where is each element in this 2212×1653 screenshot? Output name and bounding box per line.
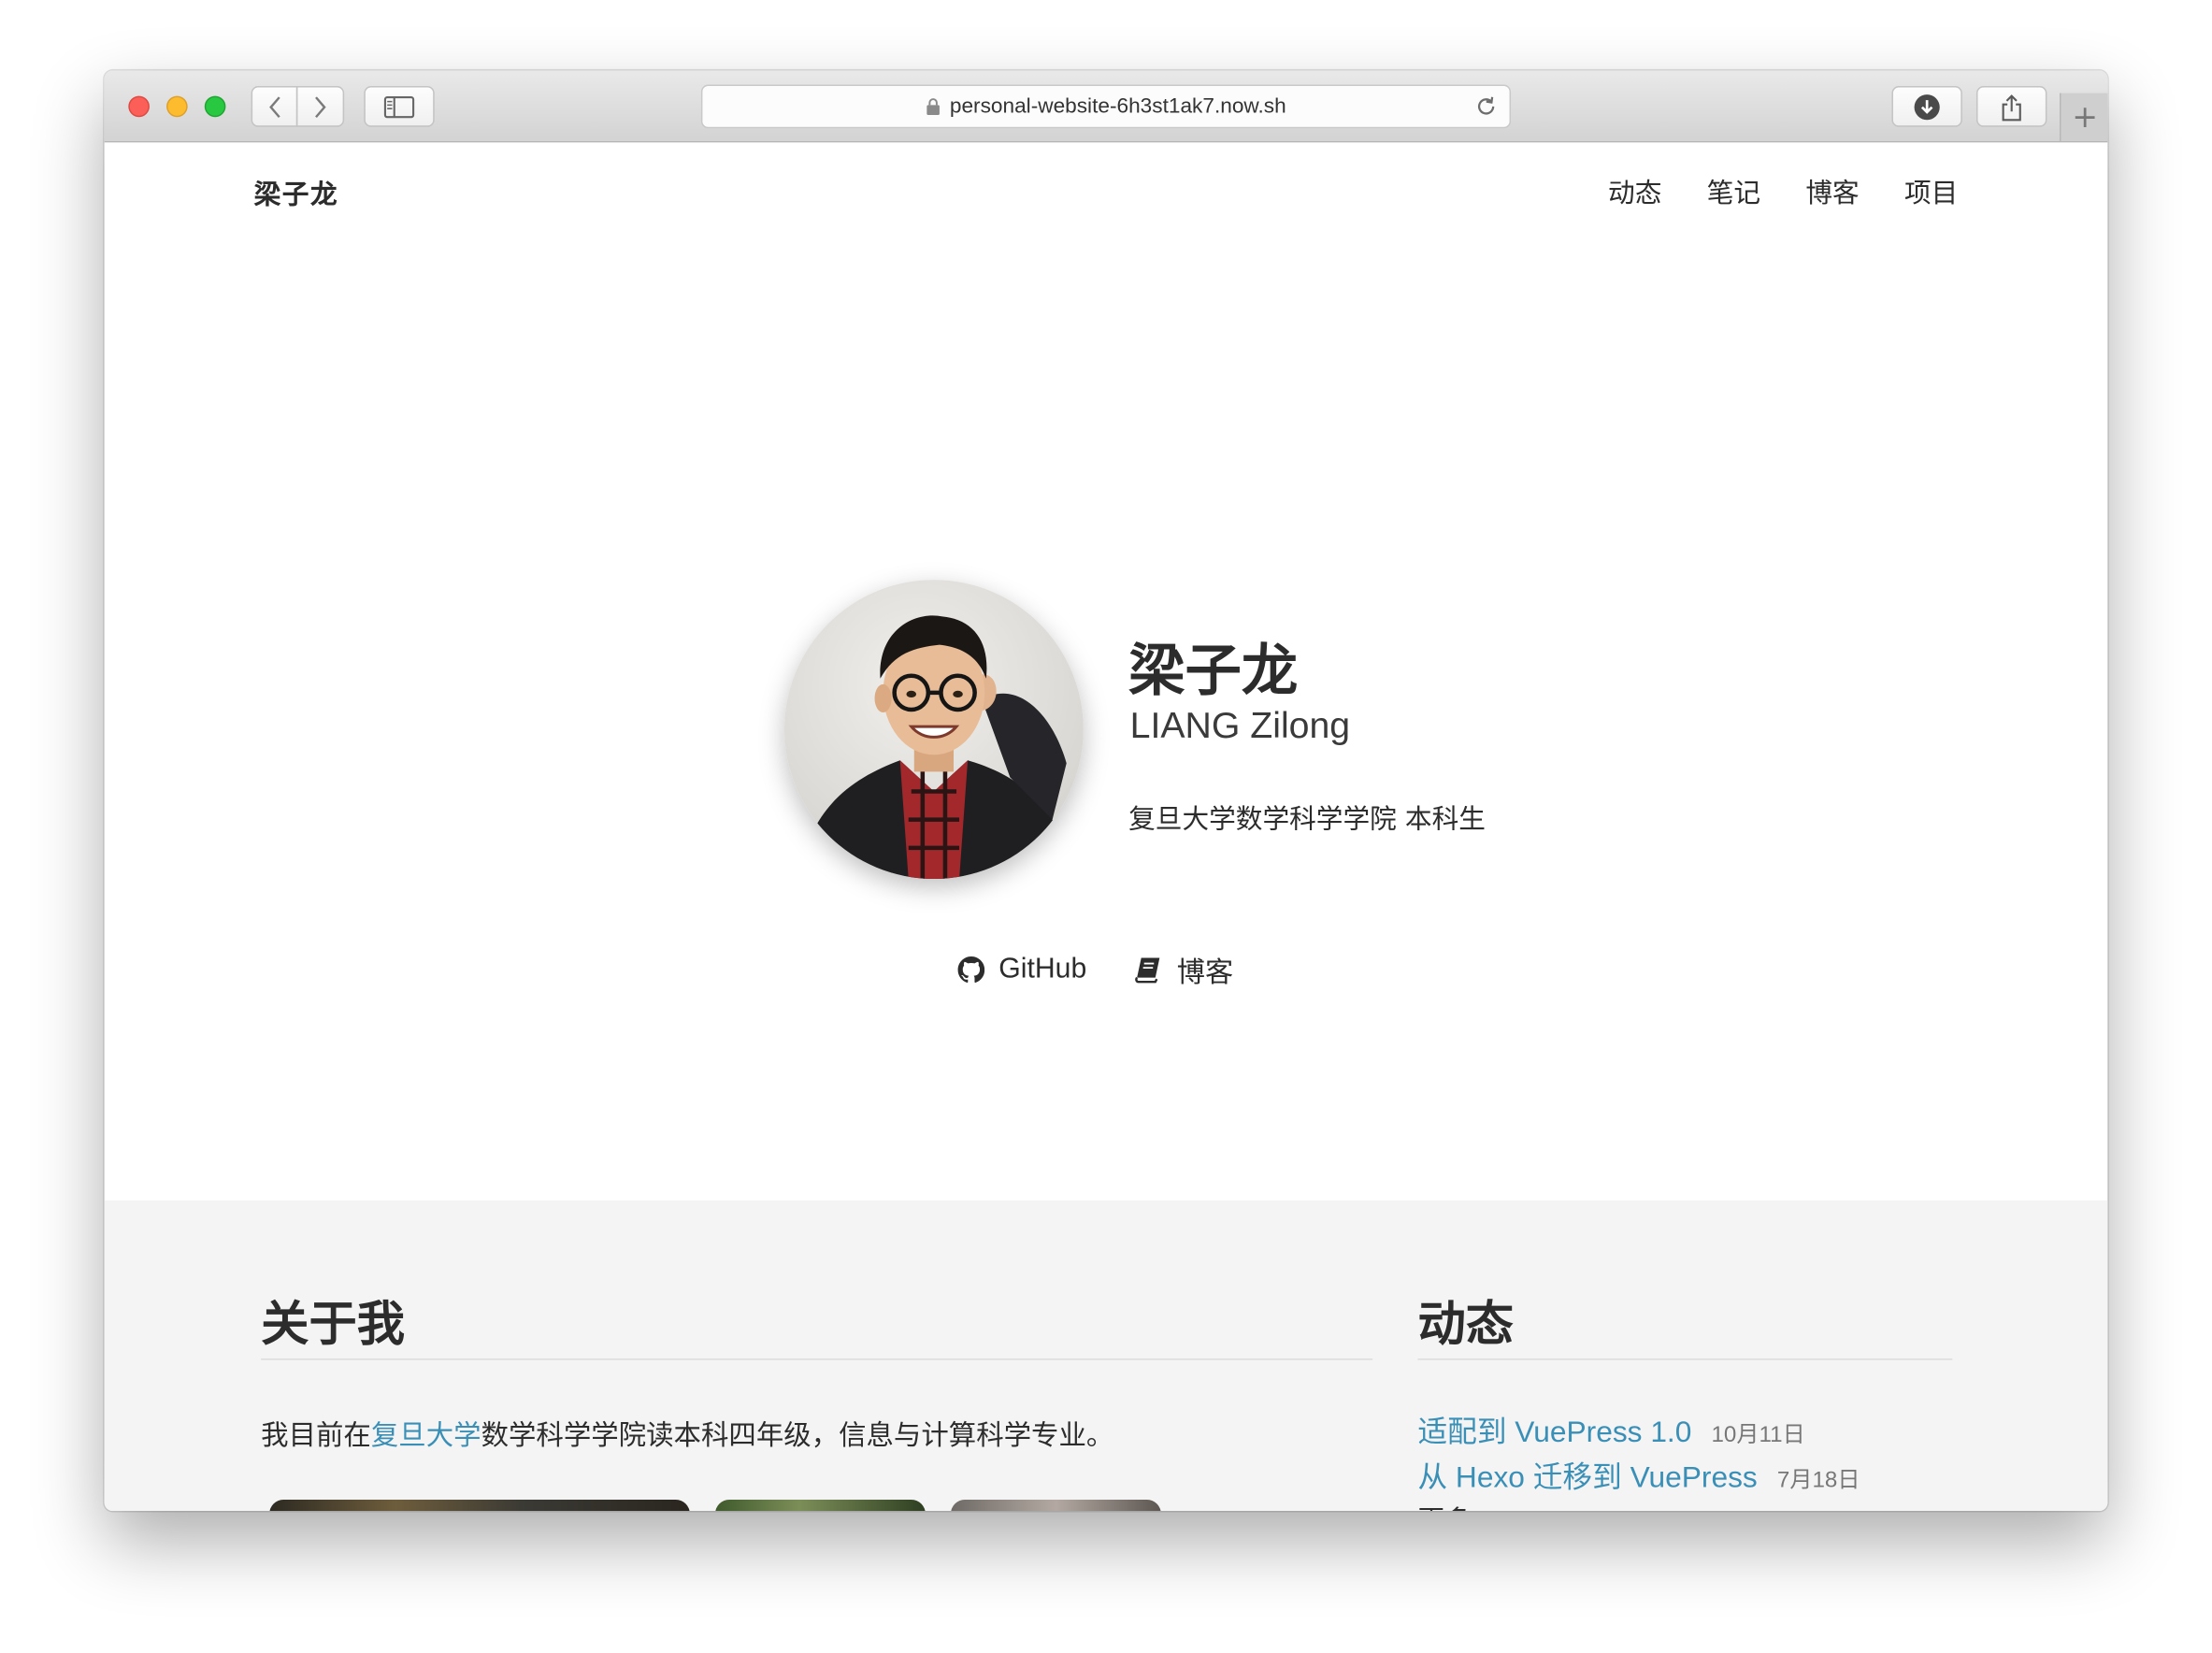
chevron-right-icon: [315, 95, 326, 118]
news-item-title[interactable]: 从 Hexo 迁移到 VuePress: [1417, 1455, 1757, 1497]
about-text-before: 我目前在: [261, 1418, 371, 1452]
screen: personal-website-6h3st1ak7.now.sh + 梁子龙 …: [0, 0, 2212, 1653]
url-text: personal-website-6h3st1ak7.now.sh: [949, 94, 1286, 119]
share-icon: [2002, 93, 2021, 121]
forward-button[interactable]: [295, 86, 345, 127]
fudan-link[interactable]: 复旦大学: [371, 1419, 481, 1452]
zoom-window-button[interactable]: [204, 95, 226, 118]
news-heading: 动态: [1417, 1296, 1515, 1354]
github-link[interactable]: GitHub: [957, 954, 1087, 986]
browser-toolbar: personal-website-6h3st1ak7.now.sh +: [104, 70, 2108, 143]
profile-links: GitHub 博客: [957, 949, 1234, 990]
news-item: 从 Hexo 迁移到 VuePress 7月18日: [1417, 1455, 1860, 1500]
close-window-button[interactable]: [128, 95, 150, 118]
nav-item-blog[interactable]: 博客: [1805, 172, 1859, 210]
web-page: 梁子龙 动态 笔记 博客 项目 梁子龙 LIANG Zilong 复旦大学数学科…: [104, 142, 2108, 1512]
minimize-window-button[interactable]: [166, 95, 188, 118]
about-text: 我目前在复旦大学数学科学学院读本科四年级，信息与计算科学专业。: [261, 1412, 1113, 1453]
new-tab-button[interactable]: +: [2059, 93, 2108, 141]
download-icon: [1914, 93, 1940, 120]
book-icon: [1135, 957, 1160, 984]
github-link-label: GitHub: [998, 954, 1087, 985]
profile-name-zh: 梁子龙: [1128, 639, 1299, 704]
news-divider: [1417, 1358, 1953, 1360]
github-icon: [957, 956, 985, 983]
content-section: 关于我 我目前在复旦大学数学科学学院读本科四年级，信息与计算科学专业。 动态 适…: [104, 1200, 2108, 1512]
nav-item-projects[interactable]: 项目: [1904, 172, 1958, 210]
news-item-date: 10月11日: [1711, 1423, 1805, 1448]
profile-name-en: LIANG Zilong: [1129, 703, 1351, 747]
avatar: [783, 580, 1084, 880]
news-item-title[interactable]: 适配到 VuePress 1.0: [1417, 1409, 1691, 1451]
back-button[interactable]: [251, 86, 298, 127]
reload-icon[interactable]: [1474, 94, 1499, 119]
top-nav: 动态 笔记 博客 项目: [1608, 172, 1958, 210]
photo-1: [269, 1499, 690, 1512]
sidebar-toggle-button[interactable]: [364, 86, 435, 127]
about-divider: [261, 1358, 1373, 1360]
chevron-left-icon: [268, 95, 280, 118]
downloads-button[interactable]: [1891, 86, 1962, 127]
blog-link-label: 博客: [1176, 955, 1234, 989]
profile-affiliation: 复旦大学数学科学学院 本科生: [1128, 804, 1486, 836]
news-more: 更多: [1417, 1500, 1860, 1511]
about-heading: 关于我: [261, 1296, 406, 1354]
nav-item-notes[interactable]: 笔记: [1707, 172, 1760, 210]
blog-link[interactable]: 博客: [1135, 949, 1234, 990]
about-text-after: 数学科学学院读本科四年级，信息与计算科学专业。: [481, 1418, 1114, 1452]
news-more-link[interactable]: 更多: [1417, 1500, 1471, 1511]
browser-window: personal-website-6h3st1ak7.now.sh + 梁子龙 …: [104, 70, 2108, 1512]
site-title[interactable]: 梁子龙: [254, 174, 339, 212]
photo-2: [715, 1499, 926, 1512]
lock-icon: [926, 97, 941, 116]
address-bar[interactable]: personal-website-6h3st1ak7.now.sh: [700, 84, 1512, 129]
news-item-date: 7月18日: [1776, 1468, 1860, 1493]
news-list: 适配到 VuePress 1.0 10月11日 从 Hexo 迁移到 VuePr…: [1417, 1409, 1860, 1511]
sidebar-icon: [383, 95, 415, 118]
plus-icon: +: [2072, 99, 2099, 136]
news-item: 适配到 VuePress 1.0 10月11日: [1417, 1409, 1860, 1454]
nav-item-news[interactable]: 动态: [1608, 172, 1661, 210]
share-button[interactable]: [1975, 86, 2047, 127]
photo-3: [950, 1499, 1161, 1512]
